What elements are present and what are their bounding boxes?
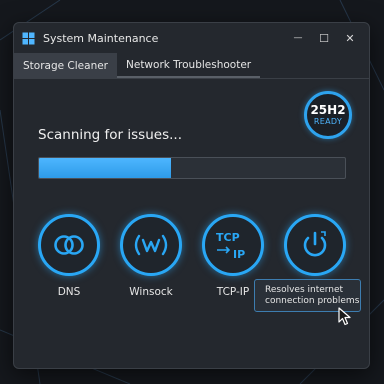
minimize-icon: — bbox=[293, 33, 303, 43]
power-reset-icon bbox=[303, 231, 327, 257]
title-bar[interactable]: System Maintenance — ☐ ✕ bbox=[14, 23, 369, 53]
mouse-cursor-icon bbox=[338, 307, 351, 326]
window-title: System Maintenance bbox=[43, 31, 159, 45]
tool-label: DNS bbox=[57, 286, 81, 298]
tcp-ip-arrows-icon: TCP IP bbox=[216, 231, 245, 261]
tab-label: Storage Cleaner bbox=[23, 59, 108, 72]
tab-bar: Storage Cleaner Network Troubleshooter bbox=[14, 53, 369, 79]
window-controls: — ☐ ✕ bbox=[285, 23, 363, 53]
tool-label: Winsock bbox=[129, 286, 173, 298]
winsock-button[interactable] bbox=[120, 214, 182, 276]
minimize-button[interactable]: — bbox=[285, 23, 311, 53]
tab-storage-cleaner[interactable]: Storage Cleaner bbox=[14, 53, 117, 78]
badge-status: READY bbox=[313, 117, 343, 126]
svg-text:IP: IP bbox=[233, 248, 245, 261]
version-ready-badge: 25H2 READY bbox=[304, 91, 352, 139]
tab-network-troubleshooter[interactable]: Network Troubleshooter bbox=[117, 53, 261, 78]
app-icon bbox=[22, 32, 35, 44]
tool-reset bbox=[284, 214, 346, 276]
linked-rings-icon bbox=[54, 235, 84, 255]
badge-version: 25H2 bbox=[310, 103, 346, 117]
close-button[interactable]: ✕ bbox=[337, 23, 363, 53]
tool-winsock: Winsock bbox=[120, 214, 182, 298]
tooltip-line-2: connection problems bbox=[265, 296, 360, 306]
scan-progress-bar bbox=[38, 157, 346, 179]
tool-dns: DNS bbox=[38, 214, 100, 298]
scan-status-text: Scanning for issues... bbox=[38, 127, 182, 143]
tooltip-line-1: Resolves internet bbox=[265, 285, 344, 295]
scan-progress-fill bbox=[39, 158, 171, 178]
reset-button[interactable] bbox=[284, 214, 346, 276]
maximize-icon: ☐ bbox=[319, 31, 329, 45]
dns-button[interactable] bbox=[38, 214, 100, 276]
tcp-ip-button[interactable]: TCP IP bbox=[202, 214, 264, 276]
maximize-button[interactable]: ☐ bbox=[311, 23, 337, 53]
wireless-w-icon bbox=[134, 234, 168, 256]
tab-label: Network Troubleshooter bbox=[126, 58, 252, 71]
svg-text:TCP: TCP bbox=[216, 231, 240, 244]
close-icon: ✕ bbox=[345, 31, 355, 45]
system-maintenance-window: System Maintenance — ☐ ✕ Storage Cleaner… bbox=[13, 22, 370, 369]
